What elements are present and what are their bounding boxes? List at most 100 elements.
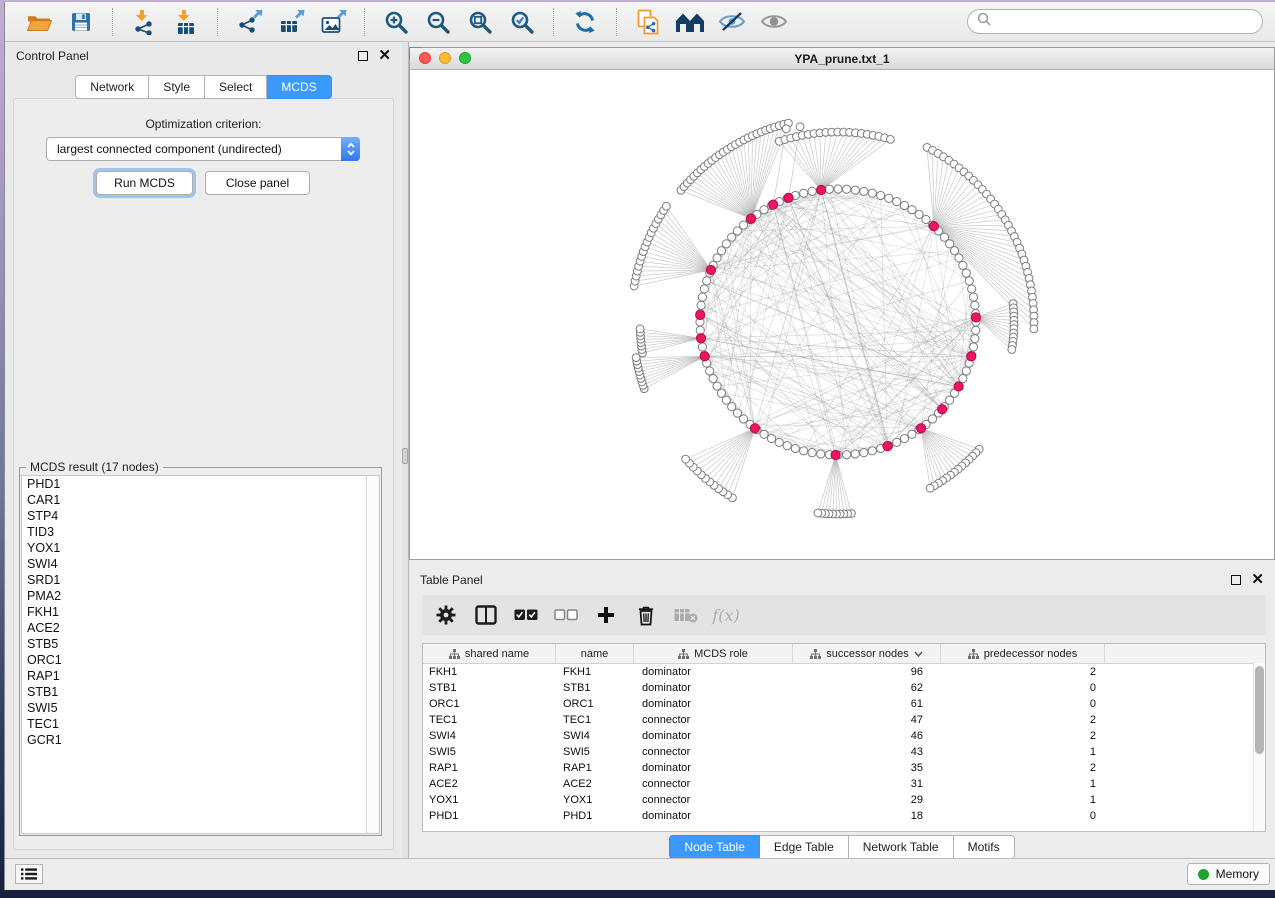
export-network-icon: [236, 9, 263, 35]
network-window-titlebar[interactable]: YPA_prune.txt_1: [410, 48, 1274, 70]
table-row[interactable]: ORC1ORC1dominator610: [423, 696, 1265, 712]
table-row[interactable]: STB1STB1dominator620: [423, 680, 1265, 696]
network-canvas[interactable]: [410, 70, 1274, 559]
mcds-result-item[interactable]: SWI4: [22, 556, 379, 572]
open-file-button[interactable]: [18, 6, 60, 38]
table-scrollbar[interactable]: [1253, 663, 1265, 831]
node-table[interactable]: shared name nameMCDS rolesuccessor nodes p…: [422, 643, 1266, 832]
tab-network-table[interactable]: Network Table: [849, 835, 954, 859]
export-image-button[interactable]: [312, 6, 354, 38]
table-row[interactable]: TEC1TEC1connector472: [423, 712, 1265, 728]
column-header-successor-nodes[interactable]: successor nodes: [793, 644, 941, 663]
show-all-button[interactable]: [753, 6, 795, 38]
mcds-list-scrollbar[interactable]: [366, 476, 379, 833]
close-panel-icon[interactable]: ✕: [1251, 575, 1264, 585]
float-panel-icon[interactable]: [358, 51, 368, 61]
dropdown-stepper-icon: [341, 137, 360, 161]
tab-style[interactable]: Style: [149, 75, 205, 99]
cell-name: TEC1: [556, 712, 634, 728]
close-panel-button[interactable]: Close panel: [205, 171, 310, 195]
cell-name: RAP1: [556, 760, 634, 776]
close-panel-icon[interactable]: ✕: [378, 51, 391, 61]
mcds-result-item[interactable]: YOX1: [22, 540, 379, 556]
criterion-dropdown[interactable]: largest connected component (undirected): [46, 137, 360, 161]
zoom-selected-button[interactable]: [501, 6, 543, 38]
table-panel-header: Table Panel ✕: [409, 566, 1275, 594]
table-row[interactable]: PHD1PHD1dominator180: [423, 808, 1265, 824]
mcds-result-item[interactable]: FKH1: [22, 604, 379, 620]
delete-row-icon: [637, 605, 655, 626]
mcds-result-item[interactable]: ORC1: [22, 652, 379, 668]
duplicate-network-button[interactable]: [627, 6, 669, 38]
cell-predecessor-nodes: 2: [941, 712, 1105, 728]
cell-MCDS-role: connector: [634, 744, 793, 760]
cell-name: STB1: [556, 680, 634, 696]
cell-successor-nodes: 62: [793, 680, 941, 696]
close-window-icon[interactable]: [419, 52, 431, 64]
save-session-button[interactable]: [60, 6, 102, 38]
deselect-all-button[interactable]: [548, 599, 584, 631]
mcds-result-item[interactable]: RAP1: [22, 668, 379, 684]
mcds-result-item[interactable]: STP4: [22, 508, 379, 524]
open-file-icon: [26, 10, 53, 34]
tab-select[interactable]: Select: [205, 75, 267, 99]
column-header-name[interactable]: name: [556, 644, 634, 663]
mcds-result-item[interactable]: SWI5: [22, 700, 379, 716]
memory-button[interactable]: Memory: [1187, 863, 1270, 885]
mcds-result-item[interactable]: STB5: [22, 636, 379, 652]
import-network-button[interactable]: [123, 6, 165, 38]
zoom-in-button[interactable]: [375, 6, 417, 38]
delete-row-button[interactable]: [628, 599, 664, 631]
table-row[interactable]: RAP1RAP1dominator352: [423, 760, 1265, 776]
zoom-window-icon[interactable]: [459, 52, 471, 64]
mcds-result-item[interactable]: TEC1: [22, 716, 379, 732]
minimize-window-icon[interactable]: [439, 52, 451, 64]
search-input[interactable]: [996, 14, 1253, 30]
hide-selected-button[interactable]: [711, 6, 753, 38]
float-panel-icon[interactable]: [1231, 575, 1241, 585]
mcds-result-item[interactable]: ACE2: [22, 620, 379, 636]
mcds-result-item[interactable]: TID3: [22, 524, 379, 540]
cell-predecessor-nodes: 1: [941, 776, 1105, 792]
table-row[interactable]: SWI5SWI5connector431: [423, 744, 1265, 760]
mcds-result-list[interactable]: PHD1CAR1STP4TID3YOX1SWI4SRD1PMA2FKH1ACE2…: [21, 475, 380, 834]
mcds-result-item[interactable]: PHD1: [22, 476, 379, 492]
columns-button[interactable]: [468, 599, 504, 631]
table-row[interactable]: ACE2ACE2connector311: [423, 776, 1265, 792]
column-label: shared name: [465, 648, 529, 660]
zoom-out-button[interactable]: [417, 6, 459, 38]
refresh-layout-button[interactable]: [564, 6, 606, 38]
cell-MCDS-role: dominator: [634, 808, 793, 824]
column-label: predecessor nodes: [984, 648, 1078, 660]
table-row[interactable]: YOX1YOX1connector291: [423, 792, 1265, 808]
control-panel-title: Control Panel: [16, 49, 89, 63]
columns-icon: [475, 605, 497, 625]
table-row[interactable]: SWI4SWI4dominator462: [423, 728, 1265, 744]
add-row-button[interactable]: [588, 599, 624, 631]
import-table-button[interactable]: [165, 6, 207, 38]
tab-mcds[interactable]: MCDS: [267, 75, 331, 99]
mcds-result-item[interactable]: CAR1: [22, 492, 379, 508]
column-header-predecessor-nodes[interactable]: predecessor nodes: [941, 644, 1105, 663]
tab-motifs[interactable]: Motifs: [954, 835, 1015, 859]
mcds-result-item[interactable]: PMA2: [22, 588, 379, 604]
first-neighbors-button[interactable]: [669, 6, 711, 38]
mcds-result-item[interactable]: STB1: [22, 684, 379, 700]
column-header-MCDS-role[interactable]: MCDS role: [634, 644, 793, 663]
run-mcds-button[interactable]: Run MCDS: [96, 171, 193, 195]
tab-network[interactable]: Network: [75, 75, 149, 99]
column-header-shared-name[interactable]: shared name: [423, 644, 556, 663]
zoom-fit-button[interactable]: [459, 6, 501, 38]
mcds-result-item[interactable]: GCR1: [22, 732, 379, 748]
table-row[interactable]: FKH1FKH1dominator962: [423, 664, 1265, 680]
export-network-button[interactable]: [228, 6, 270, 38]
settings-button[interactable]: [428, 599, 464, 631]
scrollbar-thumb[interactable]: [1255, 666, 1264, 754]
mcds-result-item[interactable]: SRD1: [22, 572, 379, 588]
search-box[interactable]: [967, 9, 1263, 34]
task-history-button[interactable]: [15, 864, 43, 884]
select-all-button[interactable]: [508, 599, 544, 631]
tab-edge-table[interactable]: Edge Table: [760, 835, 849, 859]
tab-node-table[interactable]: Node Table: [669, 835, 760, 859]
export-table-button[interactable]: [270, 6, 312, 38]
